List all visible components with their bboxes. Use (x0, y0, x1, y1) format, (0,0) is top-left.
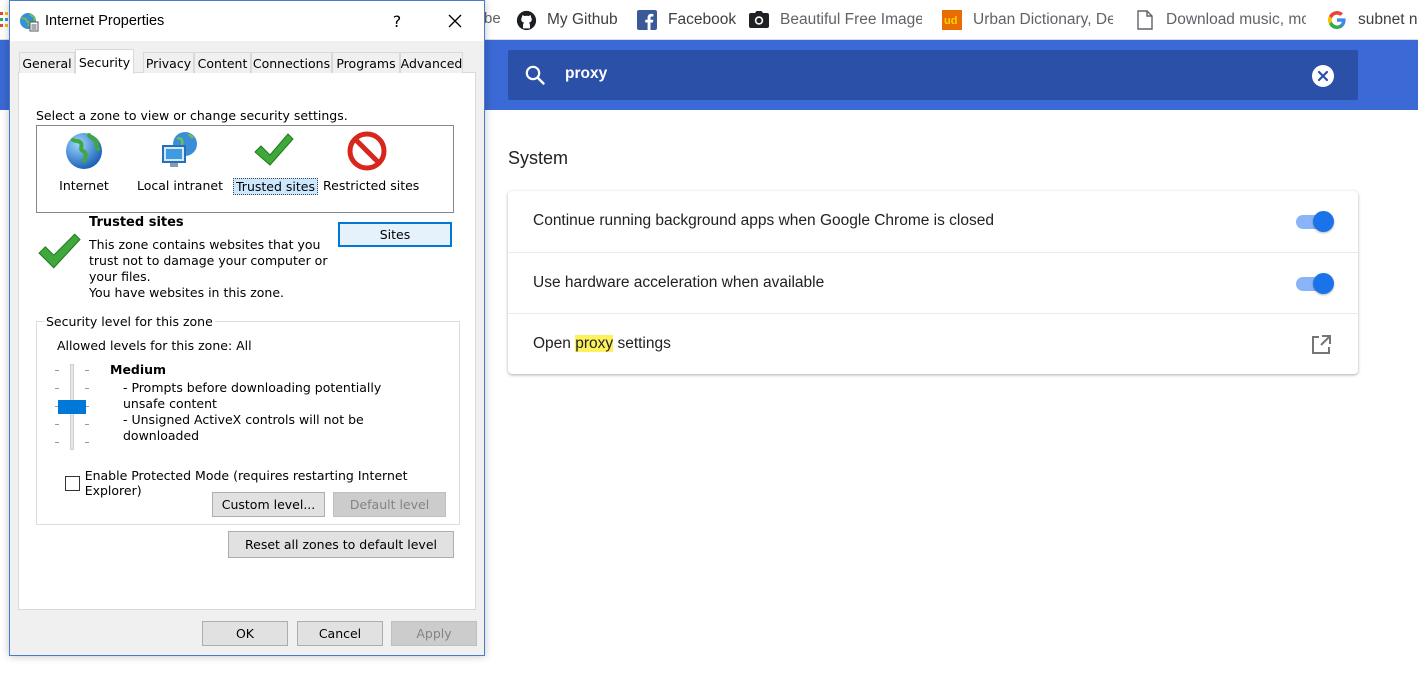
setting-row-hardware-acceleration[interactable]: Use hardware acceleration when available (508, 252, 1358, 313)
level-line: - Unsigned ActiveX controls will not be … (123, 412, 364, 443)
bookmark-partial[interactable]: be (484, 10, 501, 27)
reset-all-zones-button[interactable]: Reset all zones to default level (228, 531, 454, 558)
tab-connections[interactable]: Connections (251, 52, 332, 73)
setting-row-open-proxy[interactable]: Open proxy settings (508, 313, 1358, 374)
bookmark-subnet[interactable]: subnet ne (1326, 7, 1418, 33)
zone-prompt: Select a zone to view or change security… (36, 108, 348, 123)
bookmark-label: My Github (547, 11, 618, 28)
ok-button[interactable]: OK (202, 621, 288, 646)
zone-label: Restricted sites (323, 178, 420, 193)
setting-row-background-apps[interactable]: Continue running background apps when Go… (508, 191, 1358, 252)
bookmark-label: subnet ne (1358, 11, 1418, 28)
search-input[interactable]: proxy (565, 65, 607, 83)
apps-icon[interactable] (0, 12, 8, 28)
label-text: settings (613, 335, 671, 352)
settings-search[interactable]: proxy (508, 50, 1358, 100)
security-level-slider[interactable] (55, 364, 89, 452)
dialog-title: Internet Properties (45, 13, 165, 29)
system-settings-card: Continue running background apps when Go… (508, 191, 1358, 374)
close-icon (448, 14, 462, 28)
restricted-icon (346, 130, 388, 172)
clear-search-button[interactable] (1312, 65, 1334, 87)
setting-label: Continue running background apps when Go… (533, 212, 994, 229)
tab-content[interactable]: Content (194, 52, 251, 73)
urban-dictionary-icon: ud (941, 9, 963, 31)
title-bar[interactable]: Internet Properties ? (10, 1, 484, 41)
tab-general[interactable]: General (19, 52, 75, 73)
security-level-group: Security level for this zone Allowed lev… (36, 314, 460, 525)
zone-title: Trusted sites (89, 215, 184, 230)
help-button[interactable]: ? (376, 4, 418, 38)
bookmark-urban-dictionary[interactable]: ud Urban Dictionary, Dec (941, 7, 1113, 33)
bookmark-label: Beautiful Free Images (780, 11, 922, 28)
tab-security[interactable]: Security (75, 49, 134, 74)
level-name: Medium (110, 362, 167, 377)
zone-restricted-sites[interactable]: Restricted sites (321, 130, 419, 194)
setting-label: Open proxy settings (533, 335, 671, 353)
cancel-button[interactable]: Cancel (297, 621, 383, 646)
intranet-icon (159, 130, 201, 172)
camera-icon (748, 9, 770, 31)
close-button[interactable] (434, 4, 476, 38)
close-icon (1317, 70, 1329, 82)
zone-description: This zone contains websites that you tru… (89, 237, 334, 301)
facebook-icon (636, 9, 658, 31)
hardware-acceleration-toggle[interactable] (1294, 273, 1334, 295)
document-icon (1134, 9, 1156, 31)
zone-trusted-sites[interactable]: Trusted sites (233, 130, 318, 195)
internet-options-icon (19, 12, 39, 32)
slider-thumb[interactable] (58, 400, 86, 414)
bookmark-download-music[interactable]: Download music, mo (1134, 7, 1306, 33)
level-description: - Prompts before downloading potentially… (123, 380, 423, 444)
background-apps-toggle[interactable] (1294, 211, 1334, 233)
zone-label: Local intranet (137, 178, 223, 193)
level-line: - Prompts before downloading potentially… (123, 380, 382, 411)
custom-level-button[interactable]: Custom level... (212, 492, 325, 517)
zone-local-intranet[interactable]: Local intranet (135, 130, 225, 194)
protected-mode-checkbox[interactable] (65, 475, 80, 491)
section-title: System (508, 148, 569, 168)
bookmark-facebook[interactable]: Facebook (636, 7, 736, 33)
sites-button[interactable]: Sites (338, 222, 452, 247)
github-icon (515, 9, 537, 31)
zone-note: You have websites in this zone. (89, 285, 285, 300)
zone-label: Trusted sites (233, 178, 318, 195)
apply-button[interactable]: Apply (391, 621, 477, 646)
allowed-levels: Allowed levels for this zone: All (57, 338, 252, 353)
bookmark-label: Facebook (668, 11, 737, 28)
tab-advanced[interactable]: Advanced (400, 52, 463, 73)
bookmark-label: Download music, mo (1166, 11, 1306, 28)
globe-icon (63, 130, 105, 172)
tab-programs[interactable]: Programs (332, 52, 400, 73)
default-level-button[interactable]: Default level (333, 492, 446, 517)
internet-properties-dialog: Internet Properties ? Select a zone to v… (9, 0, 485, 656)
zone-label: Internet (59, 178, 109, 193)
bookmark-label: Urban Dictionary, Dec (973, 11, 1113, 28)
label-text: Open (533, 335, 576, 352)
search-highlight: proxy (575, 335, 614, 352)
tab-privacy[interactable]: Privacy (143, 52, 194, 73)
external-link-icon[interactable] (1310, 334, 1332, 356)
google-icon (1326, 9, 1348, 31)
bookmark-my-github[interactable]: My Github (515, 7, 618, 33)
zone-description-text: This zone contains websites that you tru… (89, 237, 328, 284)
setting-label: Use hardware acceleration when available (533, 274, 825, 291)
bookmark-free-images[interactable]: Beautiful Free Images (748, 7, 922, 33)
svg-text:ud: ud (944, 15, 957, 27)
zone-list: Internet Local intranet Trusted sites Re… (36, 125, 454, 213)
checkmark-icon (252, 130, 294, 172)
trusted-sites-icon (37, 229, 81, 273)
group-label: Security level for this zone (44, 314, 215, 329)
search-icon (524, 64, 546, 86)
security-tab-panel: Select a zone to view or change security… (18, 72, 476, 610)
zone-internet[interactable]: Internet (55, 130, 113, 194)
